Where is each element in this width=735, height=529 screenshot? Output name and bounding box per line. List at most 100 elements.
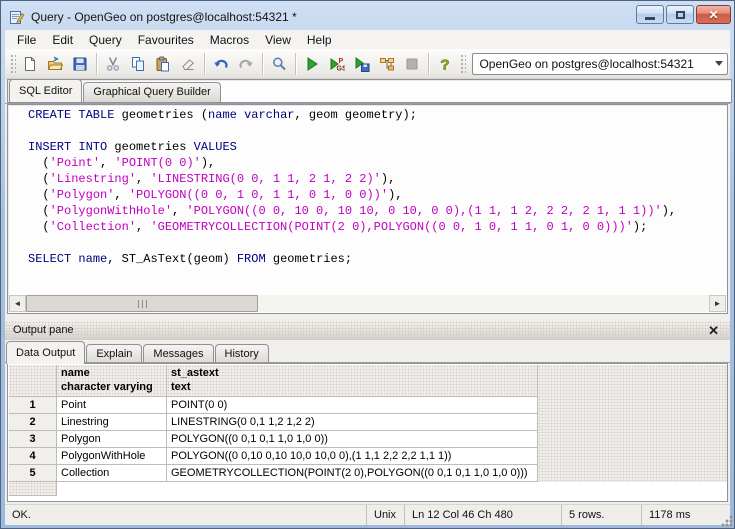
title-bar[interactable]: Query - OpenGeo on postgres@localhost:54… <box>5 4 730 29</box>
cell-st-astext[interactable]: LINESTRING(0 0,1 1,2 1,2 2) <box>167 414 538 431</box>
grid-label-stub <box>9 482 57 496</box>
row-number[interactable]: 3 <box>9 431 57 448</box>
sql-token-pl: ( <box>28 172 50 186</box>
explain-query-button[interactable] <box>376 52 399 75</box>
minimize-button[interactable] <box>636 5 664 24</box>
menu-macros[interactable]: Macros <box>202 31 257 49</box>
sql-token-pl: geometries ( <box>114 108 208 122</box>
code-line: ('Collection', 'GEOMETRYCOLLECTION(POINT… <box>28 219 727 235</box>
tab-messages[interactable]: Messages <box>143 344 213 364</box>
toolbar-separator <box>204 53 206 75</box>
toolbar-separator <box>428 53 430 75</box>
sql-token-pl: ), <box>388 188 402 202</box>
scrollbar-grip-icon <box>138 300 147 308</box>
execute-icon <box>304 56 320 72</box>
scrollbar-track[interactable] <box>26 295 709 312</box>
horizontal-scrollbar[interactable]: ◄ ► <box>9 295 726 312</box>
sql-token-str: 'POINT(0 0)' <box>114 156 200 170</box>
menu-query[interactable]: Query <box>81 31 130 49</box>
open-file-button[interactable] <box>44 52 67 75</box>
scrollbar-thumb[interactable] <box>26 295 258 312</box>
undo-button[interactable] <box>210 52 233 75</box>
column-header-st-astext[interactable]: st_astexttext <box>167 365 538 397</box>
cell-st-astext[interactable]: GEOMETRYCOLLECTION(POINT(2 0),POLYGON((0… <box>167 465 538 482</box>
cut-button[interactable] <box>102 52 125 75</box>
code-line: ('PolygonWithHole', 'POLYGON((0 0, 10 0,… <box>28 203 727 219</box>
cell-name[interactable]: Collection <box>57 465 167 482</box>
sql-token-pl <box>237 108 244 122</box>
menu-help[interactable]: Help <box>299 31 340 49</box>
resize-grip[interactable] <box>720 514 733 527</box>
status-message: OK. <box>5 505 367 525</box>
sql-token-pl: , ST_AsText(geom) <box>107 252 237 266</box>
chevron-down-icon[interactable] <box>711 54 727 74</box>
execute-query-button[interactable] <box>301 52 324 75</box>
scroll-left-arrow-icon[interactable]: ◄ <box>9 295 26 312</box>
sql-token-pl: geometries; <box>266 252 352 266</box>
sql-token-str: 'Collection' <box>50 220 136 234</box>
sql-token-kw: name <box>208 108 237 122</box>
sql-token-str: 'Linestring' <box>50 172 136 186</box>
paste-button[interactable] <box>152 52 175 75</box>
sql-token-pl: ( <box>28 220 50 234</box>
menu-file[interactable]: File <box>9 31 44 49</box>
sql-token-pl: , <box>136 220 150 234</box>
execute-pgscript-button[interactable]: PGS <box>326 52 349 75</box>
cell-st-astext[interactable]: POLYGON((0 0,1 0,1 1,0 1,0 0)) <box>167 431 538 448</box>
code-line: ('Linestring', 'LINESTRING(0 0, 1 1, 2 1… <box>28 171 727 187</box>
sql-token-pl: ( <box>28 156 50 170</box>
maximize-button[interactable] <box>666 5 694 24</box>
sql-editor-panel: CREATE TABLE geometries (name varchar, g… <box>5 103 730 316</box>
clear-icon <box>180 56 196 72</box>
output-close-icon[interactable]: ✕ <box>708 324 730 337</box>
row-number[interactable]: 5 <box>9 465 57 482</box>
help-button[interactable]: ? <box>434 52 457 75</box>
cell-name[interactable]: Polygon <box>57 431 167 448</box>
cut-icon <box>105 56 121 72</box>
tab-data-output[interactable]: Data Output <box>6 341 85 364</box>
tab-sql-editor[interactable]: SQL Editor <box>9 79 82 102</box>
cancel-query-button[interactable] <box>401 52 424 75</box>
sql-token-kw: VALUES <box>194 140 237 154</box>
table-row: 3PolygonPOLYGON((0 0,1 0,1 1,0 1,0 0)) <box>9 431 538 448</box>
execute-to-file-button[interactable] <box>351 52 374 75</box>
new-query-button[interactable] <box>19 52 42 75</box>
copy-button[interactable] <box>127 52 150 75</box>
table-row: 2LinestringLINESTRING(0 0,1 1,2 1,2 2) <box>9 414 538 431</box>
menu-edit[interactable]: Edit <box>44 31 81 49</box>
sql-token-str: 'POLYGON((0 0, 10 0, 10 10, 0 10, 0 0),(… <box>186 204 661 218</box>
sql-token-pl: ( <box>28 204 50 218</box>
sql-token-kw: SELECT <box>28 252 71 266</box>
connection-combobox[interactable]: OpenGeo on postgres@localhost:54321 <box>472 53 728 75</box>
cell-name[interactable]: Linestring <box>57 414 167 431</box>
tab-explain[interactable]: Explain <box>86 344 142 364</box>
close-button[interactable]: ✕ <box>696 5 731 24</box>
column-header-name[interactable]: namecharacter varying <box>57 365 167 397</box>
menu-bar: FileEditQueryFavouritesMacrosViewHelp <box>5 30 730 49</box>
row-number[interactable]: 2 <box>9 414 57 431</box>
save-file-button[interactable] <box>69 52 92 75</box>
grid-corner[interactable] <box>9 365 57 397</box>
tab-graphical-query-builder[interactable]: Graphical Query Builder <box>83 82 220 102</box>
row-number[interactable]: 4 <box>9 448 57 465</box>
cell-name[interactable]: Point <box>57 397 167 414</box>
query-window: Query - OpenGeo on postgres@localhost:54… <box>0 0 735 529</box>
sql-editor[interactable]: CREATE TABLE geometries (name varchar, g… <box>7 104 728 314</box>
find-button[interactable] <box>268 52 291 75</box>
sql-token-pl: geometries <box>107 140 193 154</box>
output-pane-header: Output pane ✕ <box>5 321 730 340</box>
redo-button[interactable] <box>235 52 258 75</box>
row-count: 5 rows. <box>562 505 642 525</box>
cell-st-astext[interactable]: POINT(0 0) <box>167 397 538 414</box>
menu-favourites[interactable]: Favourites <box>130 31 202 49</box>
row-number[interactable]: 1 <box>9 397 57 414</box>
scroll-right-arrow-icon[interactable]: ► <box>709 295 726 312</box>
cell-name[interactable]: PolygonWithHole <box>57 448 167 465</box>
clear-window-button[interactable] <box>177 52 200 75</box>
menu-view[interactable]: View <box>257 31 299 49</box>
cell-st-astext[interactable]: POLYGON((0 0,10 0,10 10,0 10,0 0),(1 1,1… <box>167 448 538 465</box>
sql-token-pl: ), <box>662 204 676 218</box>
grid-header-row: namecharacter varyingst_astexttext <box>9 365 538 397</box>
tab-history[interactable]: History <box>215 344 269 364</box>
sql-code[interactable]: CREATE TABLE geometries (name varchar, g… <box>8 107 727 294</box>
